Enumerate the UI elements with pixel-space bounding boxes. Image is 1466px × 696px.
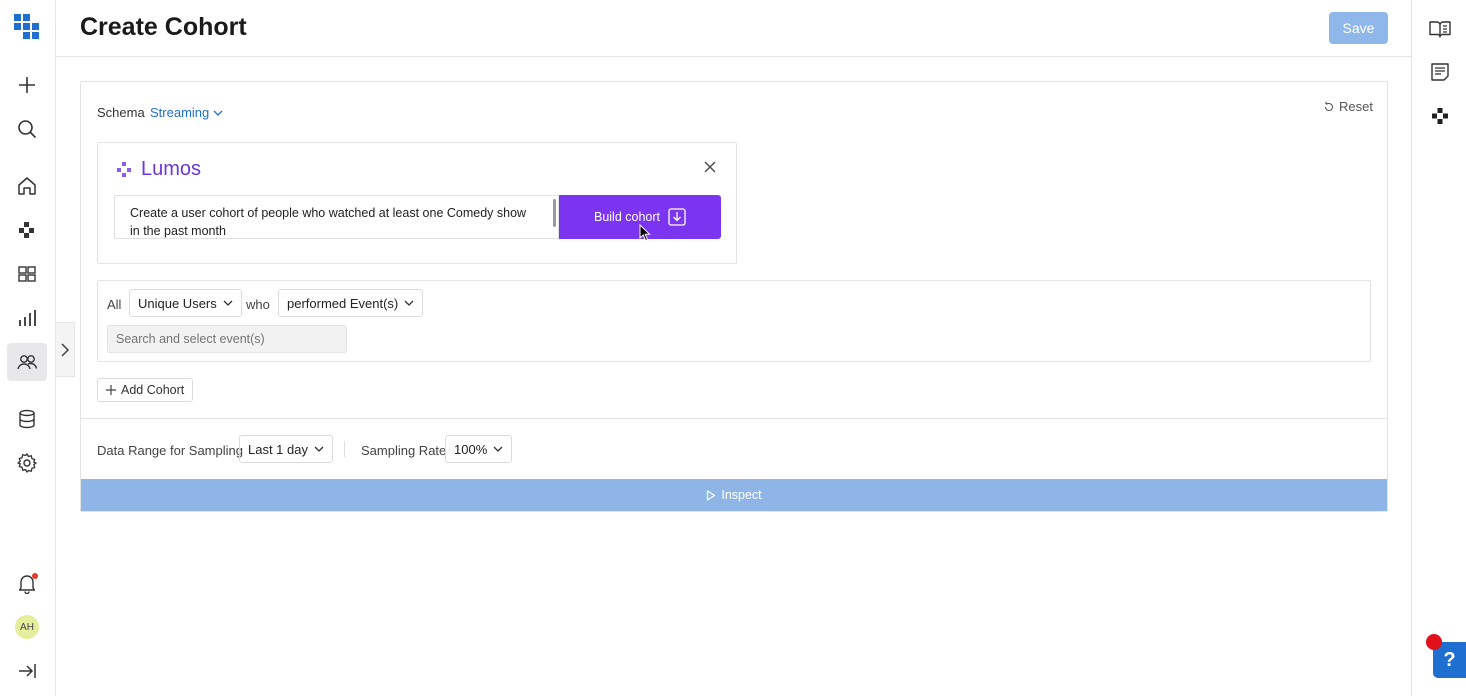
sampling-rate-value: 100% bbox=[454, 441, 488, 457]
app-root: AH Create Cohort Save Schema Streaming R… bbox=[0, 0, 1466, 696]
lumos-panel-icon[interactable] bbox=[1428, 104, 1452, 128]
analytics-icon[interactable] bbox=[7, 299, 47, 337]
plus-icon bbox=[106, 385, 116, 395]
chevron-right-icon bbox=[61, 342, 70, 357]
reset-button[interactable]: Reset bbox=[1323, 99, 1373, 114]
sampling-range-label: Data Range for Sampling bbox=[97, 443, 243, 458]
page-title: Create Cohort bbox=[80, 13, 247, 41]
play-icon bbox=[707, 489, 716, 501]
notification-badge bbox=[32, 573, 38, 579]
chevron-down-icon bbox=[314, 446, 324, 452]
data-icon[interactable] bbox=[7, 400, 47, 438]
docs-icon[interactable] bbox=[1428, 17, 1452, 41]
event-search-input[interactable] bbox=[107, 325, 347, 353]
lumos-icon[interactable] bbox=[7, 211, 47, 249]
dashboards-icon[interactable] bbox=[7, 255, 47, 293]
right-rail bbox=[1411, 0, 1466, 696]
cohorts-icon[interactable] bbox=[7, 343, 47, 381]
chevron-down-icon bbox=[223, 300, 233, 306]
page-header: Create Cohort Save bbox=[56, 0, 1411, 57]
notifications-icon[interactable] bbox=[7, 564, 47, 602]
all-label: All bbox=[107, 297, 122, 312]
settings-icon[interactable] bbox=[7, 444, 47, 482]
schema-dropdown[interactable]: Streaming bbox=[150, 105, 223, 120]
close-icon[interactable] bbox=[704, 161, 716, 173]
who-label: who bbox=[246, 297, 270, 312]
sampling-rate-dropdown[interactable]: 100% bbox=[445, 435, 513, 463]
help-notification-dot bbox=[1426, 634, 1442, 650]
chevron-down-icon bbox=[493, 446, 503, 452]
search-icon[interactable] bbox=[7, 110, 47, 148]
prompt-scrollbar[interactable] bbox=[553, 199, 556, 227]
schema-value: Streaming bbox=[150, 105, 210, 120]
sampling-rate-label: Sampling Rate bbox=[361, 443, 447, 458]
lumos-panel: Lumos Create a user cohort of people who… bbox=[97, 142, 737, 264]
avatar[interactable]: AH bbox=[15, 615, 39, 639]
reset-label: Reset bbox=[1339, 99, 1373, 114]
entity-dropdown[interactable]: Unique Users bbox=[129, 289, 242, 317]
sampling-range-dropdown[interactable]: Last 1 day bbox=[239, 435, 333, 463]
separator bbox=[344, 441, 345, 457]
chevron-down-icon bbox=[213, 110, 223, 116]
action-dropdown[interactable]: performed Event(s) bbox=[278, 289, 424, 317]
cohort-builder-card: Schema Streaming Reset Lumos Create a us… bbox=[80, 81, 1388, 512]
inspect-button[interactable]: Inspect bbox=[81, 479, 1387, 511]
reset-icon bbox=[1324, 101, 1334, 111]
import-icon bbox=[668, 208, 686, 226]
entity-value: Unique Users bbox=[138, 295, 217, 311]
add-cohort-label: Add Cohort bbox=[121, 383, 185, 397]
lumos-prompt-input[interactable]: Create a user cohort of people who watch… bbox=[114, 195, 559, 239]
inspect-label: Inspect bbox=[721, 488, 762, 502]
lumos-title: Lumos bbox=[141, 158, 202, 180]
chevron-down-icon bbox=[404, 300, 414, 306]
action-value: performed Event(s) bbox=[287, 295, 399, 311]
lumos-logo-icon bbox=[117, 162, 131, 177]
save-button[interactable]: Save bbox=[1329, 12, 1388, 44]
cohort-filter-group: All Unique Users who performed Event(s) bbox=[97, 280, 1371, 362]
left-nav: AH bbox=[0, 0, 56, 696]
sampling-range-value: Last 1 day bbox=[248, 441, 308, 457]
home-icon[interactable] bbox=[7, 167, 47, 205]
schema-label: Schema bbox=[97, 105, 145, 120]
add-cohort-button[interactable]: Add Cohort bbox=[97, 378, 194, 402]
add-icon[interactable] bbox=[7, 66, 47, 104]
app-logo-icon[interactable] bbox=[7, 8, 47, 46]
expand-panel-handle[interactable] bbox=[56, 322, 75, 377]
notes-icon[interactable] bbox=[1428, 60, 1452, 84]
divider bbox=[81, 418, 1387, 419]
build-cohort-label: Build cohort bbox=[593, 210, 660, 224]
collapse-nav-icon[interactable] bbox=[7, 652, 47, 690]
mouse-cursor-icon bbox=[639, 224, 651, 242]
